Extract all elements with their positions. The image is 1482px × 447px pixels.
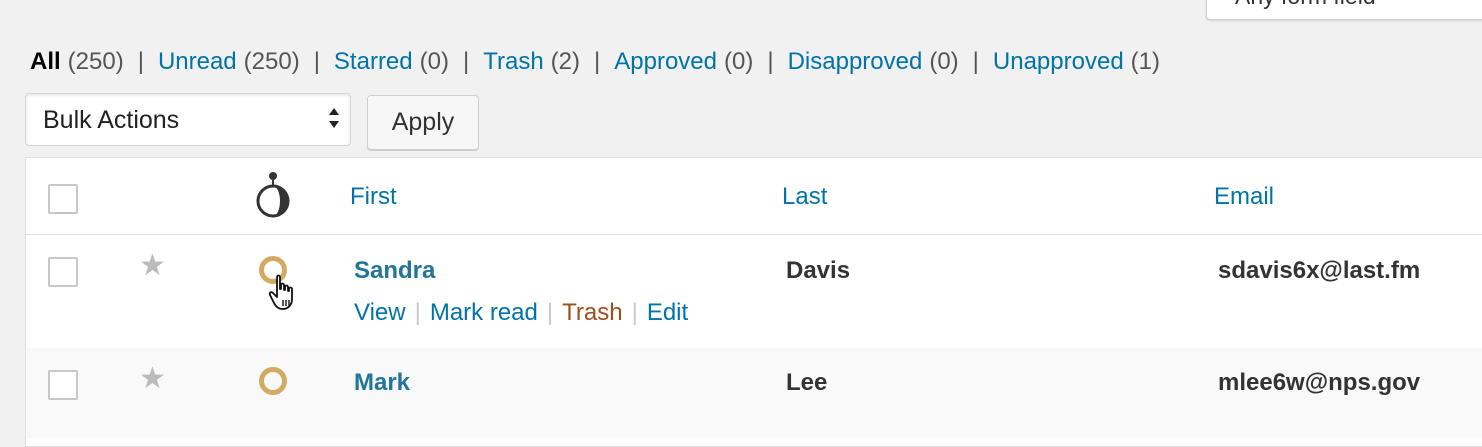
view-link[interactable]: View [354, 299, 406, 327]
filter-all[interactable]: All (250) [30, 48, 124, 76]
apply-button[interactable]: Apply [367, 95, 479, 150]
edit-link[interactable]: Edit [647, 299, 688, 327]
filter-separator: | [594, 48, 601, 75]
entry-email: mlee6w@nps.gov [1218, 369, 1421, 396]
entry-first-name[interactable]: Sandra [354, 257, 435, 285]
action-separator: | [631, 299, 638, 326]
entry-email: sdavis6x@last.fm [1218, 257, 1421, 284]
column-last[interactable]: Last [782, 183, 827, 211]
filter-separator: | [313, 48, 320, 75]
approval-status-icon [256, 172, 290, 218]
star-icon[interactable]: ★ [139, 364, 166, 394]
star-icon[interactable]: ★ [139, 251, 166, 281]
filter-disapproved[interactable]: Disapproved (0) [788, 48, 959, 76]
bulk-actions-select[interactable]: Bulk Actions [25, 93, 351, 146]
filter-separator: | [462, 48, 470, 75]
filter-separator: | [767, 48, 774, 75]
entry-first-name[interactable]: Mark [354, 369, 410, 397]
filter-approved[interactable]: Approved (0) [614, 48, 753, 76]
row-checkbox[interactable] [48, 370, 78, 400]
select-all-checkbox[interactable] [48, 184, 78, 214]
field-filter-select[interactable]: Any form field [1206, 0, 1482, 20]
filter-separator: | [972, 48, 979, 75]
field-filter-value: Any form field [1235, 0, 1376, 10]
entry-status-filters: All (250) | Unread (250) | Starred (0) | Tr… [30, 48, 1160, 76]
row-actions: View | Mark read | Trash | Edit [354, 299, 688, 327]
action-separator: | [546, 299, 554, 326]
filter-unapproved[interactable]: Unapproved (1) [993, 48, 1160, 76]
filter-trash[interactable]: Trash (2) [483, 48, 580, 76]
bulk-actions-value: Bulk Actions [43, 106, 180, 134]
table-header-divider [25, 234, 1482, 235]
entry-last-name: Davis [786, 257, 851, 284]
action-separator: | [414, 299, 421, 326]
unread-circle-icon[interactable] [259, 367, 287, 395]
row-checkbox[interactable] [48, 257, 78, 287]
mark-read-link[interactable]: Mark read [430, 299, 538, 327]
hand-pointer-icon [268, 274, 293, 310]
trash-link[interactable]: Trash [562, 299, 622, 327]
select-arrows-icon [329, 108, 339, 128]
filter-unread[interactable]: Unread (250) [158, 48, 300, 76]
column-first[interactable]: First [350, 183, 397, 211]
column-email[interactable]: Email [1214, 183, 1274, 211]
entry-last-name: Lee [786, 369, 828, 396]
filter-separator: | [137, 48, 144, 75]
filter-starred[interactable]: Starred (0) [334, 48, 449, 76]
